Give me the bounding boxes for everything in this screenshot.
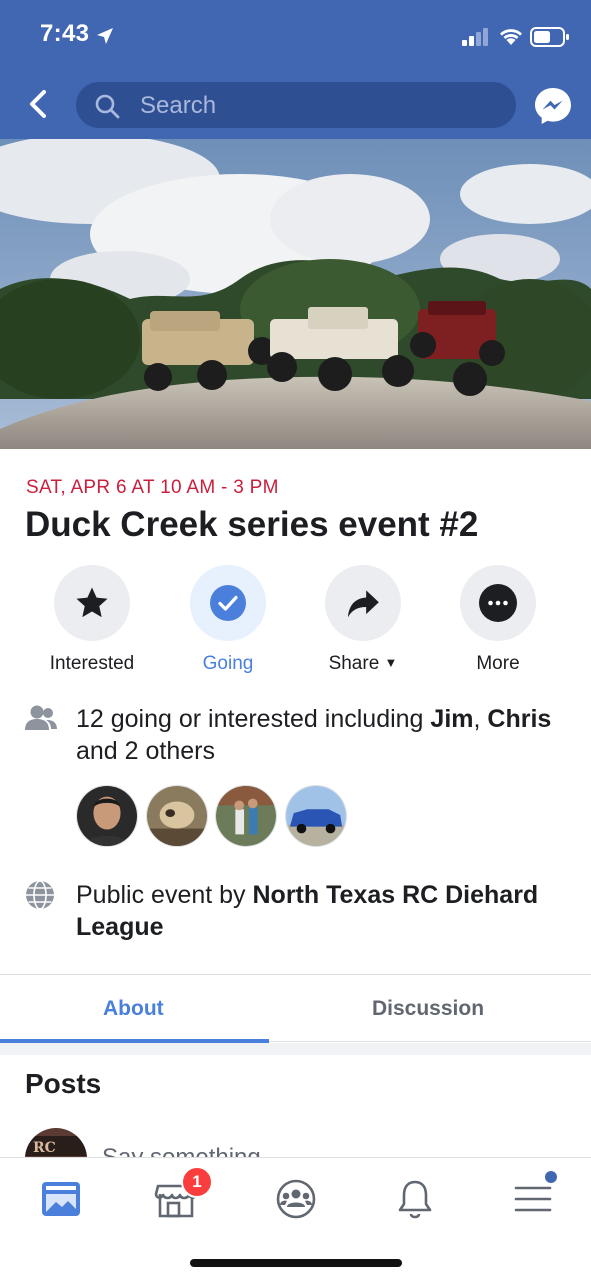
location-arrow-icon	[97, 28, 113, 44]
tab-about[interactable]: About	[103, 997, 164, 1021]
share-arrow-icon	[347, 590, 379, 618]
divider	[269, 1041, 591, 1042]
more-label: More	[476, 653, 520, 674]
people-icon	[25, 705, 57, 730]
menu-update-dot	[543, 1169, 559, 1185]
attendance-summary[interactable]: 12 going or interested including Jim, Ch…	[76, 703, 571, 767]
wifi-icon	[500, 29, 522, 45]
tab-discussion[interactable]: Discussion	[372, 997, 484, 1021]
home-indicator[interactable]	[190, 1259, 402, 1267]
search-input[interactable]	[138, 90, 502, 122]
section-separator	[0, 1043, 591, 1055]
globe-icon	[26, 880, 54, 910]
host-info: Public event by North Texas RC Diehard L…	[76, 881, 539, 941]
event-title: Duck Creek series event #2	[25, 505, 479, 544]
attendee-jim[interactable]: Jim	[430, 705, 473, 733]
avatar[interactable]	[76, 785, 138, 847]
battery-icon	[530, 27, 569, 47]
more-button[interactable]: More	[433, 565, 563, 675]
back-chevron-icon[interactable]	[22, 88, 54, 120]
svg-text:RC: RC	[33, 1140, 56, 1156]
avatar[interactable]	[285, 785, 347, 847]
interested-label: Interested	[49, 653, 135, 674]
bell-icon[interactable]	[390, 1174, 440, 1224]
news-feed-icon[interactable]	[36, 1174, 86, 1224]
divider	[0, 974, 591, 975]
caret-down-icon: ▼	[384, 655, 398, 670]
going-label: Going	[202, 653, 254, 674]
groups-icon[interactable]	[271, 1174, 321, 1224]
share-button[interactable]: Share ▼	[298, 565, 428, 675]
star-icon	[76, 587, 108, 618]
event-cover-photo[interactable]	[0, 139, 591, 449]
signal-icon	[462, 28, 488, 46]
search-bar[interactable]	[76, 82, 516, 128]
notification-badge: 1	[181, 1166, 213, 1198]
share-label: Share ▼	[328, 653, 398, 674]
attendee-chris[interactable]: Chris	[487, 705, 551, 733]
event-date: SAT, APR 6 AT 10 AM - 3 PM	[26, 477, 279, 498]
avatar[interactable]	[215, 785, 277, 847]
search-icon	[95, 94, 120, 119]
check-icon	[210, 585, 246, 621]
top-header: 7:43	[0, 0, 591, 139]
posts-heading: Posts	[25, 1068, 102, 1099]
messenger-icon[interactable]	[533, 86, 573, 126]
interested-button[interactable]: Interested	[27, 565, 157, 675]
going-button[interactable]: Going	[163, 565, 293, 675]
status-time: 7:43	[40, 20, 90, 47]
more-dots-icon	[479, 584, 517, 622]
avatar[interactable]	[146, 785, 208, 847]
